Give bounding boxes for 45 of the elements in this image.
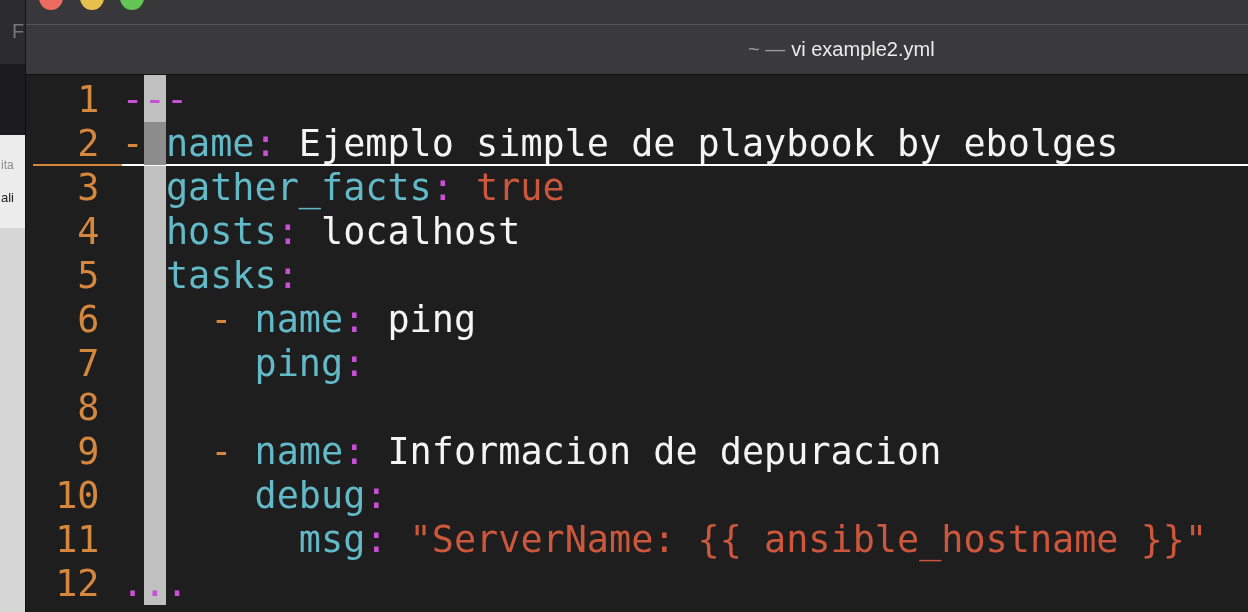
- yaml-value: ping: [387, 298, 477, 341]
- key-colon: :: [365, 518, 388, 561]
- yaml-value: Ejemplo simple de playbook by ebolges: [298, 122, 1119, 165]
- line-number: 1: [76, 78, 100, 122]
- line-number: 4: [76, 210, 100, 254]
- yaml-key: tasks: [165, 254, 277, 297]
- yaml-value: Informacion de depuracion: [387, 430, 942, 473]
- yaml-value: localhost: [321, 210, 521, 253]
- line-number: 11: [54, 518, 100, 562]
- yaml-key: ping: [254, 342, 344, 385]
- line-number: 6: [76, 298, 100, 342]
- key-colon: :: [343, 430, 366, 473]
- title-prefix: ~ —: [748, 38, 786, 61]
- line-number: 7: [76, 342, 100, 386]
- yaml-key: name: [254, 430, 344, 473]
- string-value: "ServerName: {{ ansible_hostname }}": [409, 518, 1208, 561]
- yaml-key: name: [165, 122, 255, 165]
- key-colon: :: [431, 166, 454, 209]
- line-number: 9: [76, 430, 100, 474]
- background-text: ali: [1, 190, 14, 205]
- key-colon: :: [365, 474, 388, 517]
- line-number: 5: [76, 254, 100, 298]
- key-colon: :: [254, 122, 277, 165]
- yaml-key: name: [254, 298, 344, 341]
- window-title: vi example2.yml: [791, 38, 935, 61]
- list-dash: -: [210, 430, 233, 473]
- key-colon: :: [343, 342, 366, 385]
- yaml-key: hosts: [165, 210, 277, 253]
- background-text: ita: [1, 158, 14, 172]
- line-number: 12: [54, 562, 100, 606]
- line-number: 10: [54, 474, 100, 518]
- cursor: [143, 122, 166, 165]
- key-colon: :: [276, 254, 299, 297]
- yaml-key: gather_facts: [165, 166, 432, 209]
- line-number: 2: [33, 122, 122, 166]
- line-number: 8: [76, 386, 100, 430]
- list-dash: -: [121, 122, 144, 165]
- boolean-value: true: [476, 166, 565, 209]
- line-number: 3: [76, 166, 100, 210]
- background-text: F: [12, 20, 25, 43]
- yaml-key: msg: [298, 518, 366, 561]
- key-colon: :: [276, 210, 299, 253]
- yaml-key: debug: [254, 474, 366, 517]
- list-dash: -: [210, 298, 233, 341]
- key-colon: :: [343, 298, 366, 341]
